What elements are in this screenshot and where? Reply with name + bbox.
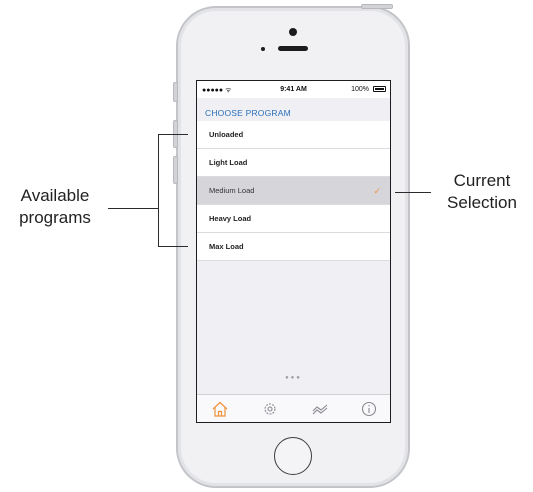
info-icon [361,401,377,417]
program-label: Heavy Load [209,214,252,223]
bracket-vertical-line [158,134,159,247]
annotation-text-line: programs [19,208,91,227]
annotation-text-line: Available [20,186,90,205]
program-row-medium-load[interactable]: Medium Load ✓ [197,177,390,205]
tab-home[interactable] [210,399,230,419]
program-list: Unloaded Light Load Medium Load ✓ Heavy … [197,121,390,261]
leader-line-horizontal [108,208,158,209]
power-button[interactable] [361,4,393,9]
checkmark-icon: ✓ [373,186,381,196]
available-programs-annotation: Available programs [2,185,108,229]
battery-icon [373,86,386,92]
status-bar: ●●●●● ᯤ 9:41 AM 100% [197,81,390,98]
home-button[interactable] [274,437,312,475]
chart-icon [312,404,328,415]
earpiece-speaker [278,46,308,51]
home-icon [212,401,228,417]
program-row-light-load[interactable]: Light Load [197,149,390,177]
proximity-sensor [261,47,265,51]
phone-screen: ●●●●● ᯤ 9:41 AM 100% CHOOSE PROGRAM Unlo… [196,80,391,423]
page-indicator[interactable]: ●●● [197,375,390,381]
mute-switch[interactable] [173,82,178,102]
battery-percent: 100% [351,86,369,93]
current-selection-annotation: Current Selection [434,170,530,214]
tab-settings[interactable] [260,399,280,419]
annotation-text-line: Current [453,171,511,190]
program-label: Light Load [209,158,248,167]
program-label: Max Load [209,242,244,251]
tab-bar [197,394,390,422]
leader-line-selection [395,192,431,193]
bracket-top-tick [158,134,188,135]
bracket-bottom-tick [158,246,188,247]
program-label: Unloaded [209,130,244,139]
program-row-max-load[interactable]: Max Load [197,233,390,261]
tab-graph[interactable] [310,399,330,419]
section-header: CHOOSE PROGRAM [205,108,291,118]
annotation-text-line: Selection [447,193,517,212]
volume-down-button[interactable] [173,156,178,184]
tab-info[interactable] [359,399,379,419]
front-camera-icon [289,28,297,36]
program-row-heavy-load[interactable]: Heavy Load [197,205,390,233]
program-row-unloaded[interactable]: Unloaded [197,121,390,149]
gear-icon [264,403,276,415]
program-label: Medium Load [209,186,255,195]
